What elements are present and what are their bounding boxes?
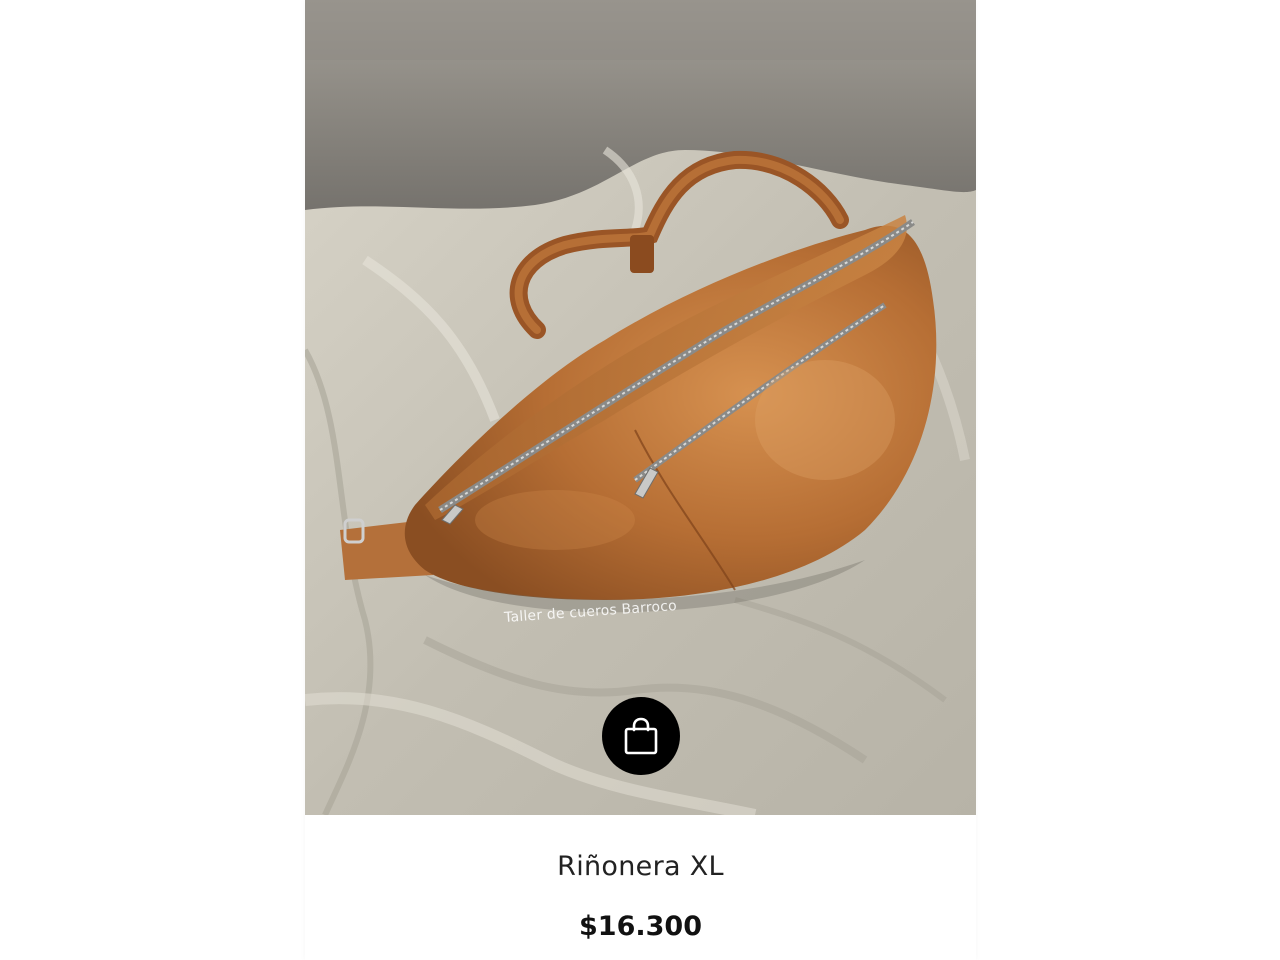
shopping-bag-icon (624, 717, 658, 755)
product-card[interactable]: Taller de cueros Barroco Riñonera XL $16… (305, 0, 976, 960)
page: Taller de cueros Barroco Riñonera XL $16… (0, 0, 1280, 960)
product-price: $16.300 (579, 911, 702, 942)
product-image[interactable]: Taller de cueros Barroco (305, 0, 976, 815)
add-to-cart-button[interactable] (602, 697, 680, 775)
product-name[interactable]: Riñonera XL (305, 851, 976, 882)
product-photo (305, 0, 976, 815)
